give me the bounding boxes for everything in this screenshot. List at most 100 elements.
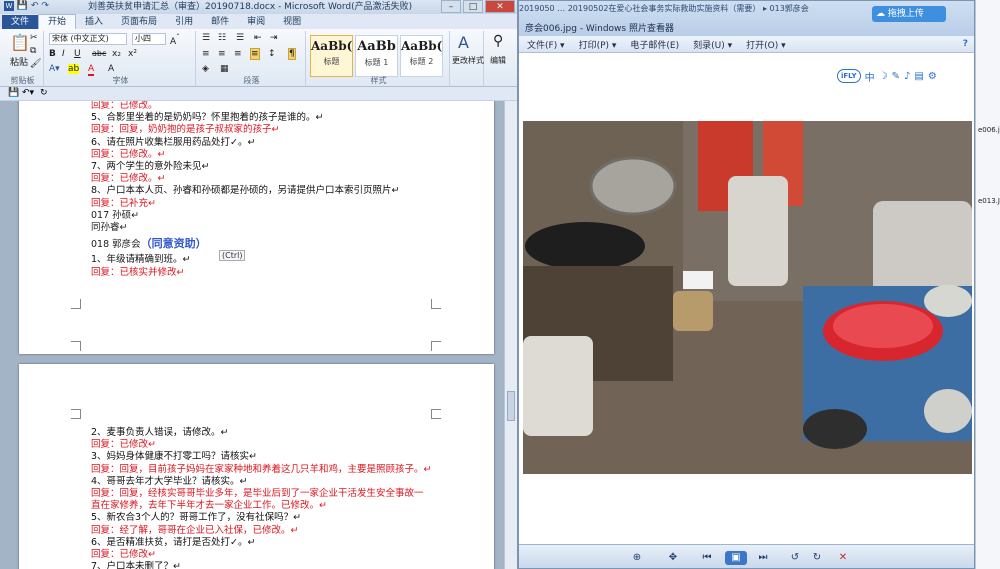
copy-icon[interactable]: ⧉ [30, 46, 36, 56]
heading-highlight: （同意资助） [140, 237, 207, 251]
style-title-preview: AaBb( [311, 39, 353, 53]
strikethrough-button[interactable]: abc [92, 49, 106, 58]
undo-icon-small[interactable]: ↶▾ [22, 88, 34, 98]
menu-email[interactable]: 电子邮件(E) [630, 38, 679, 51]
save-icon[interactable]: 💾 [17, 1, 28, 11]
tab-layout[interactable]: 页面布局 [112, 15, 166, 29]
actual-size-icon[interactable]: ✥ [665, 551, 681, 565]
text-effects-icon[interactable]: A▾ [49, 64, 60, 74]
decrease-indent-icon[interactable]: ⇤ [254, 33, 262, 43]
increase-indent-icon[interactable]: ⇥ [270, 33, 278, 43]
borders-icon[interactable]: ▦ [220, 64, 229, 74]
highlight-color-icon[interactable]: ab [68, 64, 80, 74]
slideshow-icon[interactable]: ▣ [725, 551, 747, 565]
crop-mark [431, 341, 441, 351]
file-label-013[interactable]: e013.JP [978, 197, 1000, 205]
minimize-button[interactable]: – [441, 0, 461, 13]
ifly-moon-icon[interactable]: ☽ [879, 71, 888, 82]
style-heading2-preview: AaBb( [401, 39, 443, 53]
change-styles-icon[interactable]: A [458, 33, 469, 52]
ifly-chinese-icon[interactable]: 中 [865, 69, 875, 84]
ifly-mic-icon[interactable]: ♪ [904, 71, 910, 82]
maximize-button[interactable]: □ [463, 0, 483, 13]
explorer-breadcrumb[interactable]: 2019050 … 20190502在爱心社会事务实际救助实施资料（需要） ▸ … [519, 3, 809, 14]
binoculars-icon[interactable]: ⚲ [493, 33, 503, 49]
rotate-right-icon[interactable]: ↻ [809, 551, 825, 565]
subscript-button[interactable]: x₂ [112, 49, 121, 59]
undo-icon[interactable]: ↶ [31, 1, 39, 11]
menu-open[interactable]: 打开(O) ▾ [746, 38, 786, 51]
shading-icon[interactable]: ◈ [202, 64, 209, 74]
scroll-thumb[interactable] [507, 391, 515, 421]
cut-icon[interactable]: ✂ [30, 33, 38, 43]
style-title[interactable]: AaBb( 标题 [310, 35, 353, 77]
viewer-menu-bar: 文件(F) ▾ 打印(P) ▾ 电子邮件(E) 刻录(U) ▾ 打开(O) ▾ … [519, 36, 974, 53]
superscript-button[interactable]: x² [128, 49, 137, 59]
tab-mailings[interactable]: 邮件 [202, 15, 238, 29]
change-styles-button[interactable]: 更改样式 [452, 55, 484, 66]
show-marks-icon[interactable]: ¶ [288, 48, 296, 60]
styles-group: AaBb( 标题 AaBb 标题 1 AaBb( 标题 2 样式 [308, 31, 450, 86]
delete-icon[interactable]: ✕ [835, 551, 851, 565]
ifly-pen-icon[interactable]: ✎ [892, 71, 900, 82]
rotate-left-icon[interactable]: ↺ [787, 551, 803, 565]
upload-button[interactable]: ☁ 拖拽上传 [872, 6, 946, 22]
numbering-icon[interactable]: ☷ [218, 33, 226, 43]
style-heading2[interactable]: AaBb( 标题 2 [400, 35, 443, 77]
vertical-scrollbar[interactable] [504, 101, 517, 569]
editing-button[interactable]: 编辑 [490, 55, 506, 66]
paste-button[interactable]: 粘贴 [10, 55, 28, 68]
tab-insert[interactable]: 插入 [76, 15, 112, 29]
close-button[interactable]: ✕ [485, 0, 515, 13]
char-shading-icon[interactable]: A [108, 64, 114, 74]
grow-font-icon[interactable]: Aˆ [170, 33, 180, 47]
menu-file[interactable]: 文件(F) ▾ [527, 38, 565, 51]
section-heading: 018 郭彦会（同意资助） [91, 235, 207, 251]
ifly-toolbar: iFLY 中 ☽ ✎ ♪ ▤ ⚙ [837, 67, 937, 85]
zoom-icon[interactable]: ⊕ [629, 551, 645, 565]
tab-references[interactable]: 引用 [166, 15, 202, 29]
ifly-logo[interactable]: iFLY [837, 69, 861, 83]
paste-icon[interactable]: 📋 [10, 33, 30, 52]
redo-icon[interactable]: ↷ [41, 1, 49, 11]
multilevel-icon[interactable]: ☰ [236, 33, 244, 43]
page-1: 回复：已修改。 5、合影里坐着的是奶奶吗？怀里抱着的孩子是谁的。↵ 回复：回复，奶奶… [19, 101, 494, 354]
crop-mark [71, 299, 81, 309]
word-title: 刘善英扶贫申请汇总（审查）20190718.docx - Microsoft W… [88, 2, 413, 12]
tab-file[interactable]: 文件 [2, 15, 39, 29]
save-icon-small[interactable]: 💾 [8, 88, 19, 98]
tab-view[interactable]: 视图 [274, 15, 310, 29]
next-icon[interactable]: ⏭ [755, 551, 771, 565]
paste-options-button[interactable]: (Ctrl) [219, 250, 246, 262]
style-heading1[interactable]: AaBb 标题 1 [355, 35, 398, 77]
styles-label: 样式 [370, 76, 387, 85]
bullets-icon[interactable]: ☰ [202, 33, 210, 43]
upload-label: 拖拽上传 [887, 9, 924, 19]
align-left-icon[interactable]: ≡ [202, 49, 210, 59]
font-size-select[interactable]: 小四 [132, 33, 166, 45]
previous-icon[interactable]: ⏮ [699, 551, 715, 565]
file-label-006[interactable]: e006.jp [978, 126, 1000, 134]
document-area: 回复：已修改。 5、合影里坐着的是奶奶吗？怀里抱着的孩子是谁的。↵ 回复：回复，奶奶… [0, 101, 505, 569]
photo-viewer-window: 2019050 … 20190502在爱心社会事务实际救助实施资料（需要） ▸ … [518, 0, 975, 569]
underline-button[interactable]: U [74, 49, 81, 59]
ifly-keyboard-icon[interactable]: ▤ [914, 71, 923, 82]
redo-icon-small[interactable]: ↻ [40, 88, 48, 98]
format-painter-icon[interactable]: 🖌 [30, 59, 41, 69]
explorer-file-strip: e006.jp e013.JP [975, 0, 1000, 569]
justify-icon[interactable]: ≡ [250, 48, 260, 60]
help-icon[interactable]: ? [963, 39, 968, 49]
ifly-settings-icon[interactable]: ⚙ [928, 71, 937, 82]
font-name-select[interactable]: 宋体 (中文正文) [49, 33, 127, 45]
menu-burn[interactable]: 刻录(U) ▾ [693, 38, 732, 51]
tab-review[interactable]: 审阅 [238, 15, 274, 29]
tab-home[interactable]: 开始 [38, 14, 77, 29]
ruler-bar: 💾 ↶▾ ↻ [0, 87, 517, 101]
menu-print[interactable]: 打印(P) ▾ [579, 38, 617, 51]
italic-button[interactable]: I [62, 49, 65, 59]
bold-button[interactable]: B [49, 49, 56, 59]
line-spacing-icon[interactable]: ↕ [268, 49, 276, 59]
word-app-icon[interactable]: W [4, 1, 14, 11]
align-center-icon[interactable]: ≡ [218, 49, 226, 59]
align-right-icon[interactable]: ≡ [234, 49, 242, 59]
